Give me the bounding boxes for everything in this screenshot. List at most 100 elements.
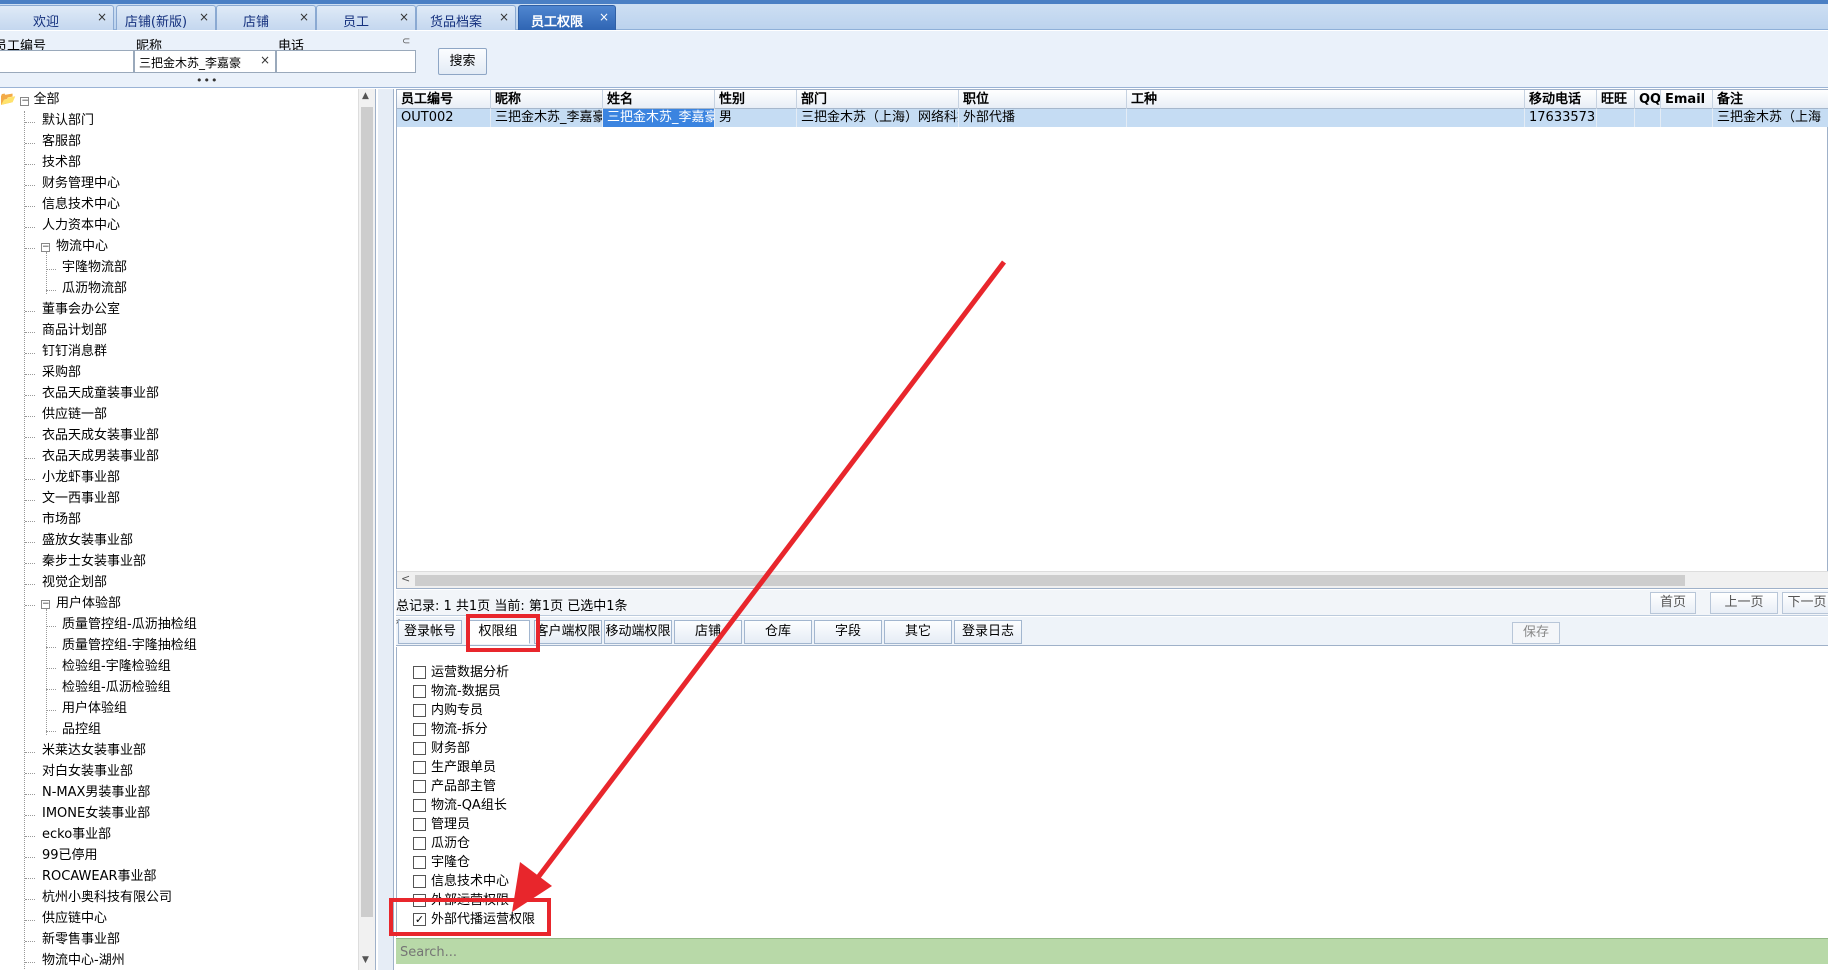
tree-node[interactable]: 99已停用 <box>42 847 98 865</box>
scroll-down-icon[interactable]: ▼ <box>362 955 369 965</box>
more-fields-handle[interactable]: ••• <box>196 74 218 87</box>
permission-group-item[interactable]: 宇隆仓 <box>413 855 470 873</box>
collapse-icon[interactable]: − <box>20 97 30 106</box>
tree-node[interactable]: 检验组-宇隆检验组 <box>62 658 171 676</box>
scroll-up-icon[interactable]: ▲ <box>362 91 369 101</box>
checkbox[interactable] <box>413 684 426 698</box>
permission-group-item[interactable]: 运营数据分析 <box>413 665 509 683</box>
tree-node[interactable]: N-MAX男装事业部 <box>42 784 150 802</box>
tab-mobile-permission[interactable]: 移动端权限 <box>604 620 672 644</box>
permission-group-item[interactable]: 产品部主管 <box>413 779 496 797</box>
checkbox[interactable] <box>413 665 426 679</box>
tree-node[interactable]: 新零售事业部 <box>42 931 120 949</box>
tree-node[interactable]: 米莱达女装事业部 <box>42 742 146 760</box>
col-gender[interactable]: 性别 <box>715 90 797 109</box>
col-job-type[interactable]: 工种 <box>1127 90 1525 109</box>
tree-node[interactable]: 杭州小奥科技有限公司 <box>42 889 172 907</box>
tree-node[interactable]: 视觉企划部 <box>42 574 107 592</box>
tab-store[interactable]: 店铺 × <box>216 5 316 30</box>
tab-store[interactable]: 店铺 <box>674 620 742 644</box>
tree-node[interactable]: 文一西事业部 <box>42 490 120 508</box>
checkbox[interactable] <box>413 741 426 755</box>
tree-node[interactable]: 小龙虾事业部 <box>42 469 120 487</box>
tree-scrollbar[interactable]: ▲ ▼ <box>358 89 375 970</box>
save-button[interactable]: 保存 <box>1512 622 1560 644</box>
permission-group-item[interactable]: 财务部 <box>413 741 470 759</box>
tree-node[interactable]: 检验组-瓜沥检验组 <box>62 679 171 697</box>
tree-node[interactable]: 宇隆物流部 <box>62 259 127 277</box>
tree-node[interactable]: ecko事业部 <box>42 826 111 844</box>
close-icon[interactable]: × <box>399 10 409 24</box>
first-page-button[interactable]: 首页 <box>1650 592 1696 614</box>
tree-node[interactable]: 商品计划部 <box>42 322 107 340</box>
close-icon[interactable]: × <box>199 10 209 24</box>
emp-id-input[interactable] <box>0 50 134 73</box>
tree-node[interactable]: 市场部 <box>42 511 81 529</box>
grid-hscroll-thumb[interactable] <box>415 575 1685 586</box>
tab-warehouse[interactable]: 仓库 <box>744 620 812 644</box>
close-icon[interactable]: × <box>97 10 107 24</box>
permission-group-item[interactable]: 物流-QA组长 <box>413 798 507 816</box>
tree-node[interactable]: 物流中心-湖州 <box>42 952 125 970</box>
col-name[interactable]: 姓名 <box>603 90 715 109</box>
checkbox[interactable] <box>413 798 426 812</box>
tree-node[interactable]: 瓜沥物流部 <box>62 280 127 298</box>
permission-group-item[interactable]: 物流-拆分 <box>413 722 488 740</box>
tab-employee[interactable]: 员工 × <box>316 5 416 30</box>
tab-welcome[interactable]: 欢迎 × <box>0 5 114 30</box>
tree-node[interactable]: IMONE女装事业部 <box>42 805 150 823</box>
tree-node[interactable]: 用户体验组 <box>62 700 127 718</box>
col-emp-id[interactable]: 员工编号 <box>397 90 491 109</box>
tree-node[interactable]: 衣品天成童装事业部 <box>42 385 159 403</box>
tree-node[interactable]: 信息技术中心 <box>42 196 120 214</box>
search-button[interactable]: 搜索 <box>438 48 487 75</box>
col-nickname[interactable]: 昵称 <box>491 90 603 109</box>
permission-group-item[interactable]: 信息技术中心 <box>413 874 509 892</box>
tree-node[interactable]: 钉钉消息群 <box>42 343 107 361</box>
tab-field[interactable]: 字段 <box>814 620 882 644</box>
tree-node[interactable]: 客服部 <box>42 133 81 151</box>
collapse-icon[interactable]: − <box>41 243 50 252</box>
col-email[interactable]: Email <box>1661 90 1713 109</box>
checkbox[interactable] <box>413 855 426 869</box>
close-icon[interactable]: × <box>299 10 309 24</box>
pin-icon[interactable]: ⊂ <box>402 36 410 47</box>
close-icon[interactable]: × <box>599 10 609 24</box>
table-row[interactable]: OUT002 三把金木苏_李嘉豪 三把金木苏_李嘉豪 男 三把金木苏（上海）网络… <box>397 109 1828 127</box>
checkbox[interactable] <box>413 779 426 793</box>
tree-node[interactable]: 衣品天成女装事业部 <box>42 427 159 445</box>
pane-splitter[interactable] <box>378 89 394 970</box>
grid-hscrollbar[interactable]: < <box>397 571 1828 588</box>
checkbox[interactable] <box>413 874 426 888</box>
close-icon[interactable]: × <box>499 10 509 24</box>
tab-login-account[interactable]: 登录帐号 <box>398 620 462 644</box>
prev-page-button[interactable]: 上一页 <box>1710 592 1778 614</box>
tab-employee-permission[interactable]: 员工权限 × <box>518 5 616 30</box>
tree-node[interactable]: 供应链中心 <box>42 910 107 928</box>
tree-node[interactable]: 人力资本中心 <box>42 217 120 235</box>
tab-goods[interactable]: 货品档案 × <box>416 5 516 30</box>
col-position[interactable]: 职位 <box>959 90 1127 109</box>
tree-node[interactable]: 默认部门 <box>42 112 94 130</box>
tree-node[interactable]: 质量管控组-宇隆抽检组 <box>62 637 197 655</box>
checkbox[interactable] <box>413 722 426 736</box>
search-input[interactable] <box>400 942 1000 962</box>
tree-node[interactable]: ROCAWEAR事业部 <box>42 868 157 886</box>
tree-node[interactable]: 技术部 <box>42 154 81 172</box>
tree-node[interactable]: 盛放女装事业部 <box>42 532 133 550</box>
col-remark[interactable]: 备注 <box>1713 90 1828 109</box>
clear-icon[interactable]: × <box>260 53 270 67</box>
tree-node[interactable]: 用户体验部 <box>56 595 121 613</box>
col-wangwang[interactable]: 旺旺 <box>1597 90 1635 109</box>
tree-node[interactable]: 采购部 <box>42 364 81 382</box>
permission-group-item[interactable]: 内购专员 <box>413 703 483 721</box>
tab-store-new[interactable]: 店铺(新版) × <box>116 5 216 30</box>
tree-node[interactable]: 质量管控组-瓜沥抽检组 <box>62 616 197 634</box>
permission-group-item[interactable]: 瓜沥仓 <box>413 836 470 854</box>
col-mobile[interactable]: 移动电话 <box>1525 90 1597 109</box>
tab-client-permission[interactable]: 客户端权限 <box>534 620 602 644</box>
tree-scroll-thumb[interactable] <box>361 107 373 917</box>
checkbox[interactable] <box>413 817 426 831</box>
permission-group-item[interactable]: 物流-数据员 <box>413 684 501 702</box>
col-qq[interactable]: QQ <box>1635 90 1661 109</box>
